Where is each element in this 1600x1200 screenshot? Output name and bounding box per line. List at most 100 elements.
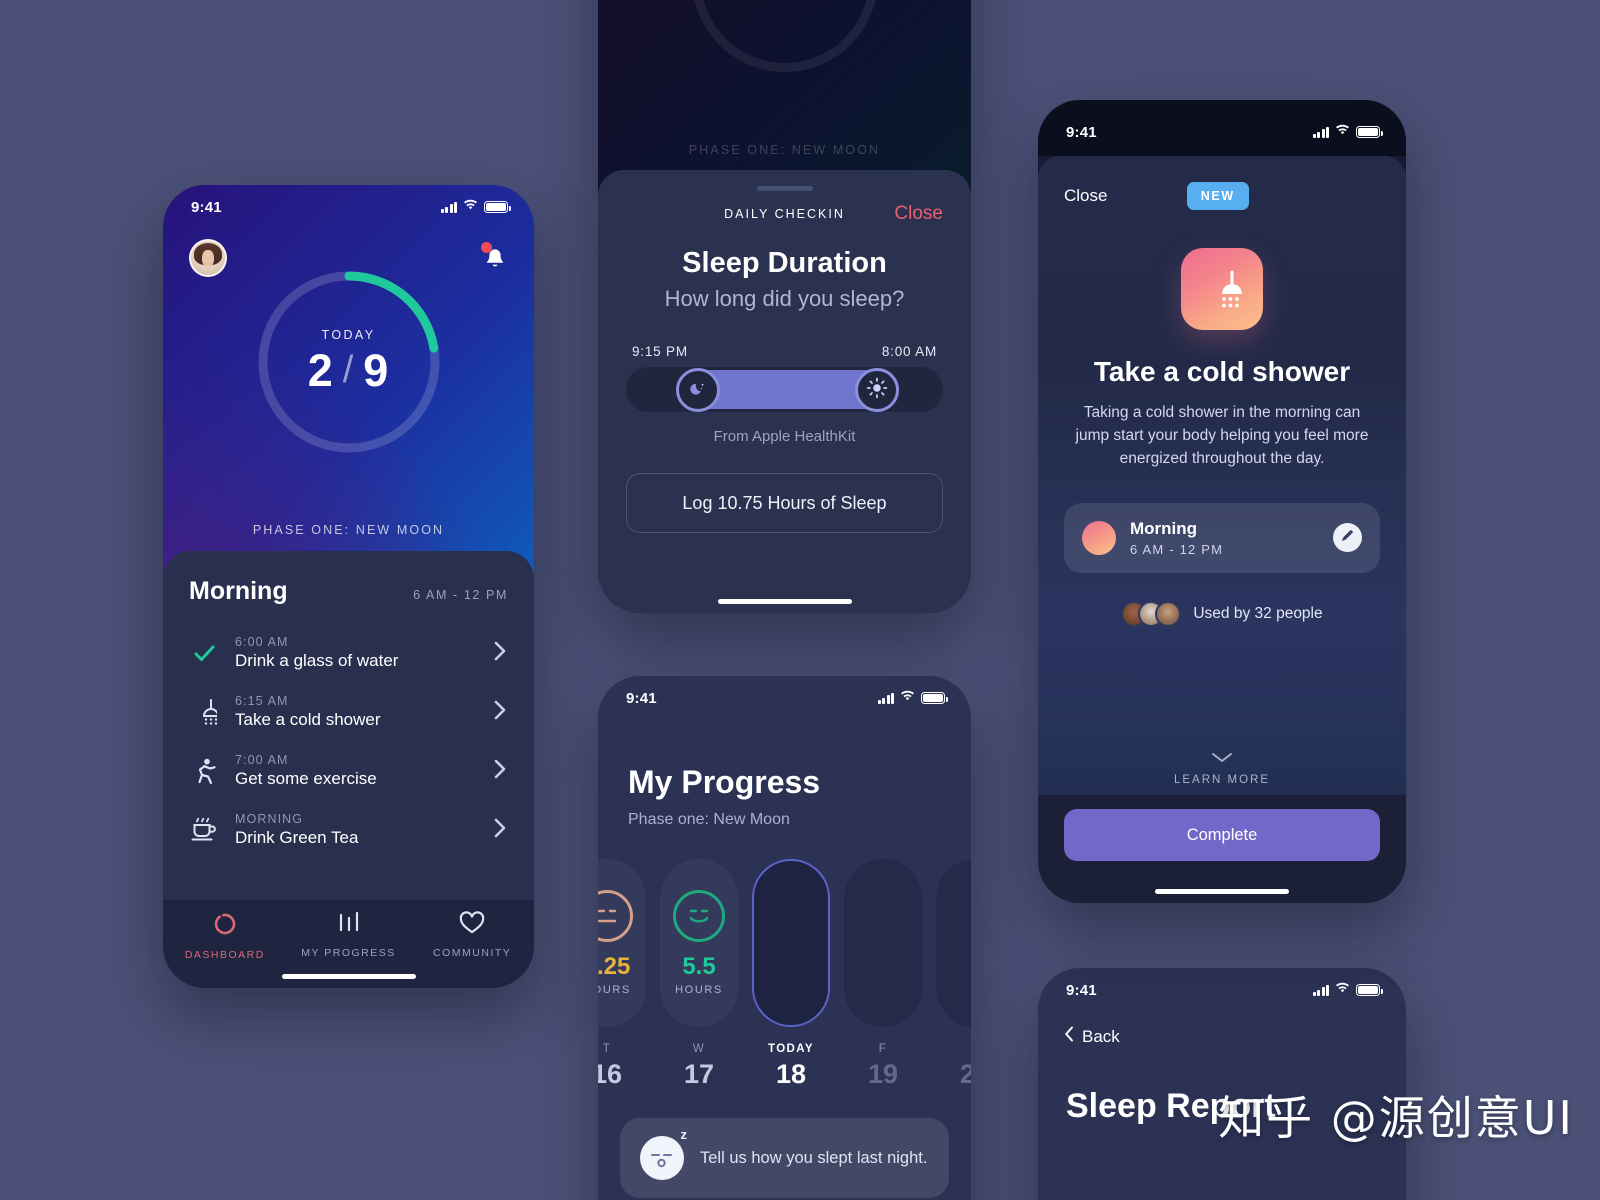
avatar-group [1121,600,1182,627]
heart-icon [458,911,486,940]
tab-community[interactable]: COMMUNITY [410,911,534,988]
chevron-right-icon[interactable] [493,757,508,786]
ring-icon [212,911,238,942]
week-day-column[interactable]: 7.25 HOURS T 16 [598,859,646,1090]
chevron-right-icon[interactable] [493,698,508,727]
wifi-icon [463,198,478,216]
chevron-right-icon[interactable] [493,639,508,668]
tab-dashboard[interactable]: DASHBOARD [163,911,287,988]
ring-counter: 2 / 9 [308,345,390,397]
tab-label: MY PROGRESS [301,947,396,959]
avatar [1155,600,1182,627]
daily-progress-ring: TODAY 2 / 9 [256,269,442,455]
day-progress-pill[interactable] [844,859,922,1027]
status-bar: 9:41 [1038,100,1406,156]
habit-name: Drink Green Tea [235,828,359,847]
complete-button[interactable]: Complete [1064,809,1380,861]
week-day-column[interactable]: F 19 [844,859,922,1090]
week-day-column[interactable]: 5.5 HOURS W 17 [660,859,738,1090]
habit-title: Take a cold shower [1093,356,1351,387]
dashboard-screen: 9:41 TODAY 2 / 9 PHASE ONE: NEW MOON Mor… [163,185,534,988]
wifi-icon [1335,123,1350,141]
day-number-label: 20 [959,1059,971,1089]
sheet-title: Sleep Duration [682,247,887,279]
status-time: 9:41 [626,689,657,707]
learn-more-button[interactable]: LEARN MORE [1038,752,1406,788]
habit-time: 6:15 AM [235,694,289,708]
bars-icon [336,911,362,940]
running-icon [189,756,219,786]
close-button[interactable]: Close [894,203,943,225]
habit-detail-header: Close NEW [1038,156,1406,210]
habit-text: MORNING Drink Green Tea [235,812,477,848]
day-progress-pill[interactable]: 5.5 HOURS [660,859,738,1027]
page-title: My Progress [628,764,821,800]
status-badge: NEW [1186,182,1249,210]
sheet-kicker: DAILY CHECKIN [724,207,845,221]
phone-daily-checkin: 2 / 9 PHASE ONE: NEW MOON DAILY CHECKIN … [598,0,971,613]
pencil-icon [1340,528,1355,548]
chevron-right-icon[interactable] [493,816,508,845]
habit-list[interactable]: 6:00 AM Drink a glass of water 6:15 AM Take… [189,624,508,860]
notifications-button[interactable] [481,242,508,273]
edit-schedule-button[interactable] [1333,523,1362,553]
sleep-hours-unit: HOURS [598,984,631,996]
slider-end-handle[interactable] [855,368,899,412]
habit-list-item[interactable]: 6:00 AM Drink a glass of water [189,624,508,683]
section-time-range: 6 AM - 12 PM [413,588,508,602]
day-number-label: 19 [867,1059,899,1089]
home-indicator [717,599,852,604]
close-button[interactable]: Close [1064,186,1107,206]
week-day-column[interactable]: TODAY 18 [752,859,830,1090]
my-progress-screen: 9:41 My Progress Phase one: New Moon 7.2… [598,676,971,1200]
phone-habit-detail: 9:41 Close NEW Take a cold shower Taking… [1038,100,1406,903]
status-bar: 9:41 [598,676,971,720]
shower-icon [189,697,219,727]
status-icons [1312,981,1383,999]
sleep-start-time: 9:15 PM [632,344,688,359]
schedule-card[interactable]: Morning 6 AM - 12 PM [1064,502,1380,573]
sleep-prompt-card[interactable]: z Tell us how you slept last night. [620,1118,949,1198]
status-bar: 9:41 [1038,968,1406,1012]
day-letter-label: F [878,1043,888,1055]
slider-start-handle[interactable] [676,368,720,412]
sheet-grabber-handle[interactable] [756,186,813,191]
status-time: 9:41 [1066,123,1097,141]
day-progress-pill[interactable] [936,859,971,1027]
habit-list-item[interactable]: 6:15 AM Take a cold shower [189,683,508,742]
sleep-range-slider[interactable] [626,367,943,412]
cellular-signal-icon [1312,984,1329,996]
habit-list-item[interactable]: 7:00 AM Get some exercise [189,742,508,801]
back-button[interactable]: Back [1064,1026,1406,1047]
week-progress-strip[interactable]: 7.25 HOURS T 16 5.5 HOURS W 17 TODAY 18 F 19 S 20 [598,859,971,1090]
day-number-label: 18 [775,1059,807,1089]
log-sleep-button[interactable]: Log 10.75 Hours of Sleep [626,473,943,533]
habit-text: 7:00 AM Get some exercise [235,753,477,789]
day-progress-pill[interactable]: 7.25 HOURS [598,859,646,1027]
habit-description: Taking a cold shower in the morning can … [1075,404,1369,467]
back-label: Back [1082,1026,1120,1046]
week-day-column[interactable]: S 20 [936,859,971,1090]
schedule-time-range: 6 AM - 12 PM [1130,541,1224,557]
daily-checkin-sheet: DAILY CHECKIN Close Sleep Duration How l… [598,170,971,613]
status-time: 9:41 [191,198,222,216]
ring-completed-count: 2 [307,344,334,396]
avatar[interactable] [189,239,227,277]
check-icon [189,638,219,668]
tab-label: COMMUNITY [433,947,512,959]
sleep-prompt-text: Tell us how you slept last night. [700,1148,928,1167]
zzz-glyph: z [680,1127,688,1142]
habit-list-item[interactable]: MORNING Drink Green Tea [189,801,508,860]
battery-icon [484,201,511,213]
cellular-signal-icon [1312,126,1329,138]
status-icons [877,689,948,707]
day-progress-pill[interactable] [752,859,830,1027]
screenshot-stage: 2 / 9 PHASE ONE: NEW MOON DAILY CHECKIN … [0,0,1600,1200]
social-proof-row: Used by 32 people [1038,600,1406,627]
ring-total-count: 9 [363,344,390,396]
sleep-end-time: 8:00 AM [881,344,937,359]
section-title: Morning [189,577,288,605]
day-letter-label: T [602,1043,612,1055]
day-letter-label: TODAY [768,1043,814,1055]
phone-my-progress: 9:41 My Progress Phase one: New Moon 7.2… [598,676,971,1200]
